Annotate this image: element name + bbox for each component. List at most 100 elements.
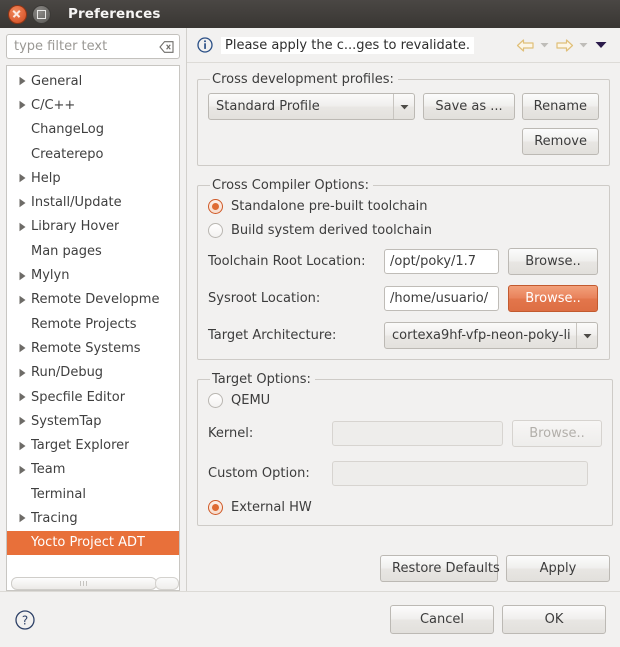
kernel-browse-button[interactable]: Browse.. [512,420,602,447]
sidebar-item-remote-projects[interactable]: Remote Projects [7,312,179,336]
sidebar-item-remote-developme[interactable]: Remote Developme [7,288,179,312]
sidebar-item-label: Library Hover [31,219,120,235]
sidebar-item-label: Remote Systems [31,340,141,356]
cancel-button[interactable]: Cancel [390,605,494,634]
sidebar-item-label: Install/Update [31,195,122,211]
sidebar-item-label: Man pages [31,243,102,259]
external-hw-radio[interactable] [208,500,223,515]
standalone-toolchain-label: Standalone pre-built toolchain [231,199,428,214]
expand-chevron-right-icon[interactable] [13,222,31,232]
sidebar-item-help[interactable]: Help [7,166,179,190]
expand-chevron-right-icon[interactable] [13,173,31,183]
profile-select[interactable]: Standard Profile [208,93,416,120]
expand-chevron-right-icon[interactable] [13,465,31,475]
sysroot-row: Sysroot Location: Browse.. [208,285,599,312]
target-architecture-select[interactable]: cortexa9hf-vfp-neon-poky-li [384,322,598,349]
qemu-radio[interactable] [208,393,223,408]
expand-chevron-right-icon[interactable] [13,100,31,110]
sidebar-item-c-c[interactable]: C/C++ [7,93,179,117]
forward-dropdown-chevron-down-icon[interactable] [577,34,590,56]
expand-chevron-right-icon[interactable] [13,295,31,305]
expand-chevron-right-icon[interactable] [13,198,31,208]
build-system-toolchain-radio-row[interactable]: Build system derived toolchain [208,223,599,238]
sidebar-item-team[interactable]: Team [7,458,179,482]
expand-chevron-right-icon[interactable] [13,392,31,402]
target-architecture-label: Target Architecture: [208,328,337,343]
title-bar: Preferences [0,0,620,28]
build-system-toolchain-label: Build system derived toolchain [231,223,432,238]
toolchain-root-row: Toolchain Root Location: Browse.. [208,248,599,275]
target-legend: Target Options: [212,372,311,387]
sidebar-item-createrepo[interactable]: Createrepo [7,142,179,166]
sysroot-browse-button[interactable]: Browse.. [508,285,598,312]
remove-button[interactable]: Remove [522,128,599,155]
sidebar-item-remote-systems[interactable]: Remote Systems [7,336,179,360]
toolchain-root-input[interactable] [384,249,499,274]
horizontal-scrollbar[interactable] [6,574,180,591]
custom-option-input[interactable] [332,461,588,486]
sidebar-item-library-hover[interactable]: Library Hover [7,215,179,239]
expand-chevron-right-icon[interactable] [13,368,31,378]
help-icon[interactable]: ? [14,609,36,631]
svg-text:?: ? [22,613,28,627]
sidebar-item-label: Run/Debug [31,365,104,381]
back-arrow-icon[interactable] [514,34,536,56]
preference-page: Please apply the c...ges to revalidate. [186,28,620,591]
sidebar-item-mylyn[interactable]: Mylyn [7,263,179,287]
expand-chevron-right-icon[interactable] [13,343,31,353]
sidebar-item-changelog[interactable]: ChangeLog [7,118,179,142]
expand-chevron-right-icon[interactable] [13,271,31,281]
preferences-tree[interactable]: General C/C++ ChangeLog Createrepo Help Insta… [6,65,180,574]
ok-button[interactable]: OK [502,605,606,634]
close-icon[interactable] [8,4,27,24]
sidebar-item-label: ChangeLog [31,122,104,138]
sidebar-item-man-pages[interactable]: Man pages [7,239,179,263]
info-icon [197,37,213,53]
content-row: General C/C++ ChangeLog Createrepo Help Insta… [0,28,620,591]
expand-chevron-right-icon[interactable] [13,76,31,86]
cross-development-profiles-group: Cross development profiles: Standard Pro… [197,72,610,166]
menu-chevron-down-icon[interactable] [592,34,610,56]
sysroot-input[interactable] [384,286,499,311]
toolchain-root-browse-button[interactable]: Browse.. [508,248,598,275]
sidebar-item-yocto-project-adt[interactable]: Yocto Project ADT [7,530,179,555]
target-architecture-value: cortexa9hf-vfp-neon-poky-li [392,328,571,343]
sidebar-item-tracing[interactable]: Tracing [7,506,179,530]
sidebar-item-general[interactable]: General [7,69,179,93]
sidebar-item-label: Target Explorer [31,438,130,454]
scrollbar-grip [79,581,89,586]
maximize-icon[interactable] [32,4,51,24]
rename-button[interactable]: Rename [521,93,599,120]
save-as-button[interactable]: Save as ... [423,93,515,120]
sidebar-item-label: SystemTap [31,413,102,429]
standalone-toolchain-radio-row[interactable]: Standalone pre-built toolchain [208,199,599,214]
sidebar-item-label: Terminal [31,486,86,502]
external-hw-radio-row[interactable]: External HW [208,500,602,515]
search-input[interactable] [6,34,180,59]
expand-chevron-right-icon[interactable] [13,441,31,451]
profile-row: Standard Profile Save as ... Rename [208,93,599,120]
standalone-toolchain-radio[interactable] [208,199,223,214]
expand-chevron-right-icon[interactable] [13,513,31,523]
scrollbar-track-end[interactable] [155,577,179,590]
build-system-toolchain-radio[interactable] [208,223,223,238]
sidebar-item-install-update[interactable]: Install/Update [7,190,179,214]
restore-defaults-button[interactable]: Restore Defaults [380,555,500,582]
sidebar-item-specfile-editor[interactable]: Specfile Editor [7,385,179,409]
qemu-radio-row[interactable]: QEMU [208,393,602,408]
sidebar-item-run-debug[interactable]: Run/Debug [7,361,179,385]
scrollbar-thumb[interactable] [11,577,157,590]
sidebar-item-terminal[interactable]: Terminal [7,482,179,506]
expand-chevron-right-icon[interactable] [13,416,31,426]
sidebar-item-label: Team [31,462,66,478]
toolchain-root-label: Toolchain Root Location: [208,254,366,269]
sidebar-item-target-explorer[interactable]: Target Explorer [7,433,179,457]
sidebar-item-systemtap[interactable]: SystemTap [7,409,179,433]
apply-button[interactable]: Apply [506,555,610,582]
kernel-input[interactable] [332,421,503,446]
back-dropdown-chevron-down-icon[interactable] [538,34,551,56]
custom-option-label: Custom Option: [208,466,310,481]
sidebar-item-label: Tracing [31,510,78,526]
sidebar-item-label: Createrepo [31,146,104,162]
forward-arrow-icon[interactable] [553,34,575,56]
